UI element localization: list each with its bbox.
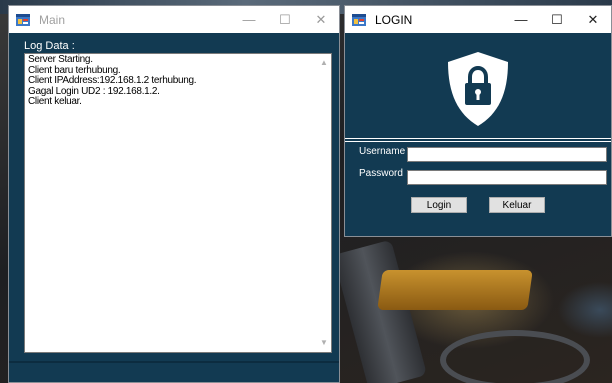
username-label: Username: [359, 146, 406, 157]
log-vertical-scrollbar[interactable]: ▲ ▼: [317, 54, 331, 352]
minimize-button[interactable]: —: [503, 6, 539, 33]
maximize-button[interactable]: ☐: [267, 6, 303, 33]
password-input[interactable]: [407, 170, 607, 185]
main-window: Main — ☐ ✕ Log Data : Server Starting. C…: [8, 5, 340, 383]
wallpaper-gear-ring: [440, 330, 590, 383]
login-window-controls: — ☐ ✕: [503, 6, 611, 33]
login-window-titlebar[interactable]: LOGIN — ☐ ✕: [345, 6, 611, 33]
main-window-controls: — ☐ ✕: [231, 6, 339, 33]
log-data-textbox[interactable]: Server Starting. Client baru terhubung. …: [24, 53, 332, 353]
main-window-titlebar[interactable]: Main — ☐ ✕: [9, 6, 339, 33]
scroll-up-arrow-icon[interactable]: ▲: [317, 56, 331, 70]
exit-button[interactable]: Keluar: [489, 197, 545, 213]
close-button[interactable]: ✕: [303, 6, 339, 33]
minimize-button[interactable]: —: [231, 6, 267, 33]
login-window-title: LOGIN: [375, 12, 413, 27]
login-separator: [345, 138, 611, 142]
main-window-title: Main: [39, 12, 66, 27]
log-data-label: Log Data :: [24, 40, 75, 52]
log-line: Client keluar.: [28, 96, 82, 108]
shield-lock-icon: [345, 50, 611, 130]
app-form-icon: [351, 12, 367, 28]
scroll-down-arrow-icon[interactable]: ▼: [317, 336, 331, 350]
main-window-divider: [9, 361, 339, 363]
maximize-button[interactable]: ☐: [539, 6, 575, 33]
wallpaper-machine-arm: [332, 239, 428, 383]
app-form-icon: [15, 12, 31, 28]
password-label: Password: [359, 168, 403, 179]
wallpaper-machine-part: [377, 270, 533, 310]
login-button[interactable]: Login: [411, 197, 467, 213]
log-line: Server Starting.: [28, 54, 93, 65]
username-input[interactable]: [407, 147, 607, 162]
login-window: LOGIN — ☐ ✕ Username Password Login Kelu…: [344, 5, 612, 237]
close-button[interactable]: ✕: [575, 6, 611, 33]
